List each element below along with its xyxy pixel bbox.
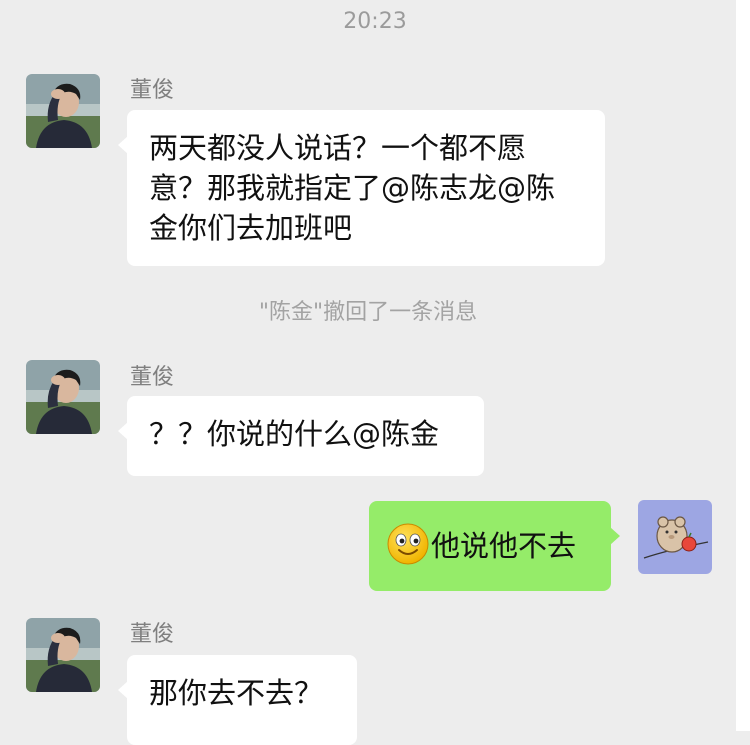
sender-name: 董俊	[130, 78, 175, 103]
window-edge	[736, 0, 750, 731]
message-text: 他说他不去	[431, 529, 577, 563]
contact-avatar[interactable]	[26, 360, 100, 434]
message-bubble-received[interactable]: 那你去不去？	[118, 655, 357, 745]
message-timestamp: 20:23	[343, 9, 407, 34]
sender-name: 董俊	[130, 365, 175, 390]
smiling-face-emoji-icon	[387, 523, 429, 565]
message-bubble-received[interactable]: 两天都没人说话？一个都不愿意？那我就指定了@陈志龙@陈金你们去加班吧	[118, 110, 605, 266]
message-bubble-sent[interactable]: 他说他不去	[369, 501, 620, 591]
my-avatar[interactable]	[638, 500, 712, 574]
contact-avatar[interactable]	[26, 618, 100, 692]
contact-avatar[interactable]	[26, 74, 100, 148]
message-bubble-received[interactable]: ？？你说的什么@陈金	[118, 396, 484, 476]
recall-notice: "陈金"撤回了一条消息	[258, 300, 478, 325]
sender-name: 董俊	[130, 622, 175, 647]
